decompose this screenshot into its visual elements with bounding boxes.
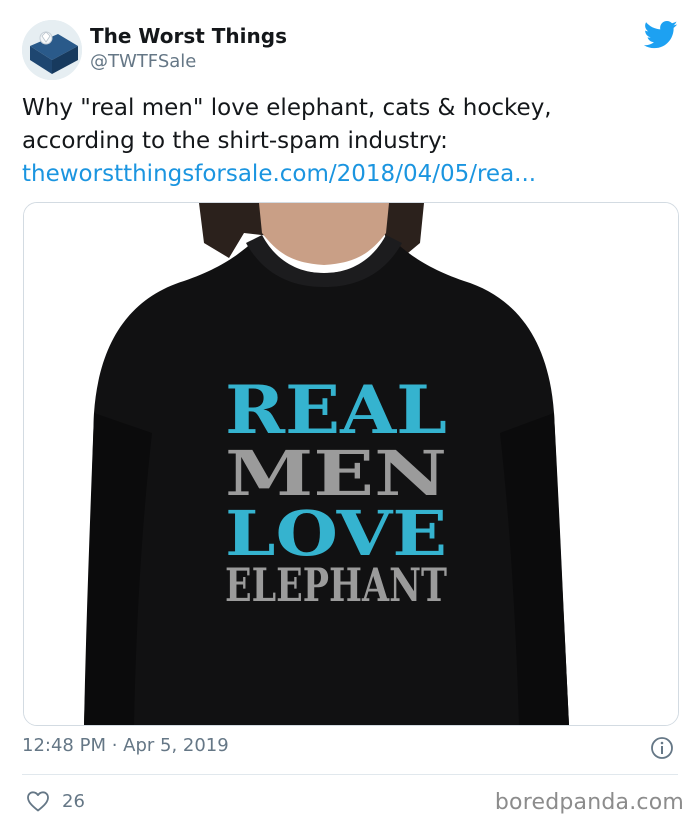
tweet-text-line-2: according to the shirt-spam industry:	[22, 128, 448, 154]
avatar[interactable]	[22, 20, 82, 80]
heart-icon	[27, 791, 49, 812]
tweet-text-line-1: Why "real men" love elephant, cats & hoc…	[22, 95, 552, 121]
divider	[22, 774, 678, 775]
shirt-text-elephant: ELEPHANT	[225, 558, 447, 612]
tweet-link[interactable]: theworstthingsforsale.com/2018/04/05/rea…	[22, 158, 682, 191]
info-icon[interactable]	[650, 736, 674, 760]
tweet-text: Why "real men" love elephant, cats & hoc…	[22, 92, 682, 191]
author-name[interactable]: The Worst Things	[90, 24, 287, 48]
like-button[interactable]: 26	[26, 789, 85, 813]
avatar-image	[22, 20, 82, 80]
tweet-media[interactable]: REAL MEN LOVE ELEPHANT	[23, 202, 679, 726]
tweet-header: The Worst Things @TWTFSale	[22, 20, 682, 80]
tweet-timestamp[interactable]: 12:48 PM · Apr 5, 2019	[22, 735, 229, 756]
twitter-bird-icon[interactable]	[644, 20, 678, 50]
watermark: boredpanda.com	[494, 790, 684, 815]
shirt-photo: REAL MEN LOVE ELEPHANT	[24, 203, 678, 725]
author-handle[interactable]: @TWTFSale	[90, 51, 196, 72]
like-count: 26	[62, 790, 85, 812]
